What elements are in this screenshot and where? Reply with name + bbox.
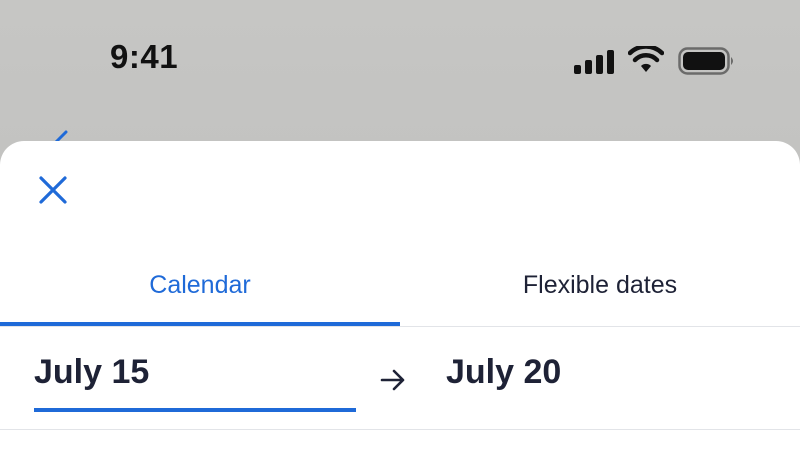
start-date-value: July 15 (34, 353, 150, 391)
date-range-row: July 15 July 20 (0, 327, 800, 427)
tab-calendar-label: Calendar (149, 271, 251, 299)
end-date-value: July 20 (446, 353, 562, 391)
start-date-underline (34, 408, 356, 412)
status-time: 9:41 (110, 38, 179, 75)
tab-flexible-dates[interactable]: Flexible dates (400, 259, 800, 327)
arrow-right-icon (380, 369, 405, 391)
status-bar: 9:41 (0, 0, 800, 120)
start-date-field[interactable]: July 15 (34, 353, 356, 411)
end-date-field[interactable]: July 20 (446, 353, 766, 411)
wifi-icon (628, 46, 664, 72)
date-picker-sheet: Calendar Flexible dates July 15 July 20 (0, 141, 800, 450)
tab-bar: Calendar Flexible dates (0, 259, 800, 327)
close-button[interactable] (34, 171, 72, 209)
tab-flexible-dates-label: Flexible dates (522, 271, 678, 299)
tab-calendar[interactable]: Calendar (0, 259, 400, 327)
cellular-signal-icon (574, 50, 614, 74)
date-row-divider (0, 429, 800, 430)
battery-icon (678, 47, 733, 75)
close-icon (39, 176, 67, 204)
